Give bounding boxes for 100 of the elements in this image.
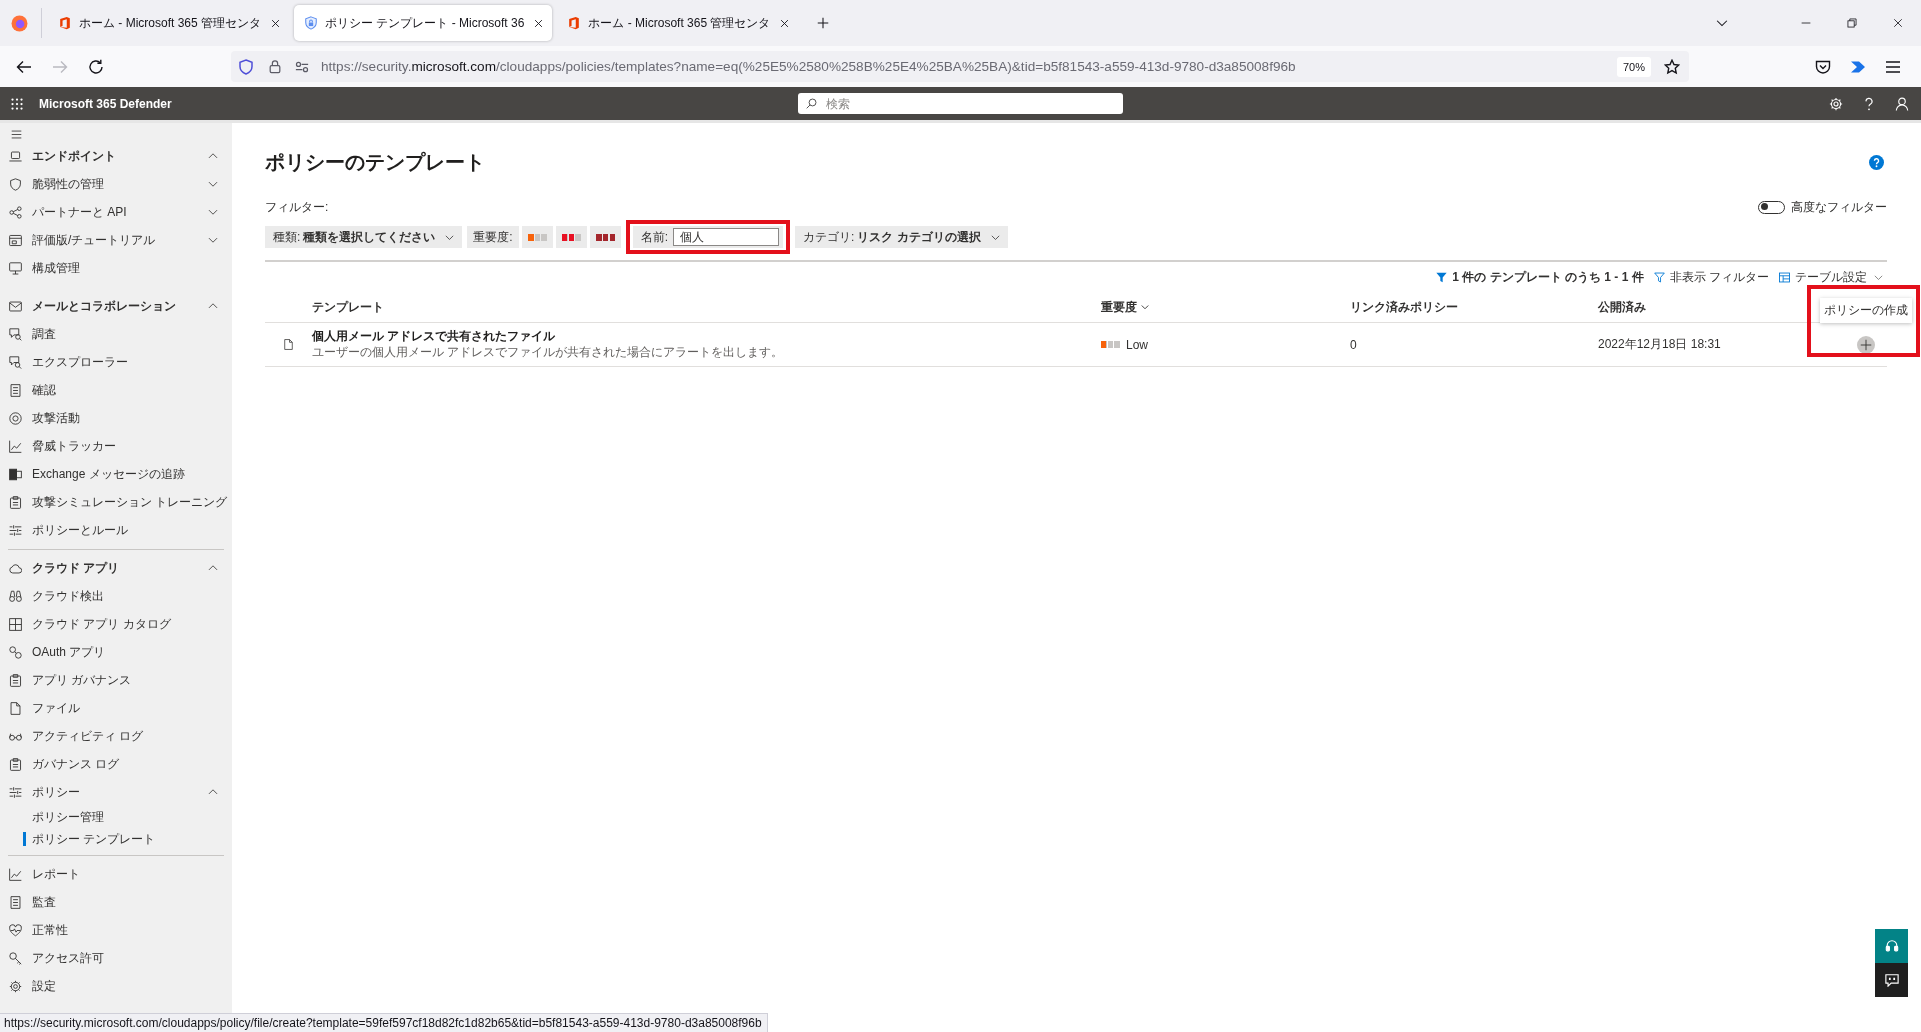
nav-item[interactable]: 設定 <box>0 972 232 1000</box>
window-icon <box>9 233 22 247</box>
nav-item[interactable]: Exchange メッセージの追跡 <box>0 460 232 488</box>
person-icon[interactable] <box>1895 96 1909 111</box>
nav-group-header[interactable]: エンドポイント <box>0 142 232 170</box>
menu-icon[interactable] <box>1885 58 1901 75</box>
shield-icon[interactable] <box>238 58 254 75</box>
document-icon <box>9 701 22 715</box>
new-tab-icon[interactable] <box>817 17 830 29</box>
zoom-button[interactable]: 70% <box>1616 56 1651 77</box>
status-url: https://security.microsoft.com/cloudapps/policy/file/create?template=59fef597cf18d82fc1d82b65&tid=b5f81543-a559-413d-9780-d3a85008f96b <box>0 1013 768 1032</box>
shield-lock-icon <box>304 16 319 30</box>
binoculars-icon <box>9 589 22 603</box>
nav-item[interactable]: ポリシー管理 <box>0 806 232 828</box>
chat-search-icon <box>9 355 22 369</box>
heart-icon <box>9 923 22 937</box>
browser-tab[interactable]: ホーム - Microsoft 365 管理センタ <box>557 5 799 41</box>
table-cell-text: 0 <box>1350 337 1358 352</box>
app-title[interactable]: Microsoft 365 Defender <box>39 96 172 111</box>
nav-item[interactable]: アクセス許可 <box>0 944 232 972</box>
nav-item[interactable]: ガバナンス ログ <box>0 750 232 778</box>
browser-tab[interactable]: ホーム - Microsoft 365 管理センタ <box>48 5 290 41</box>
settings-icon[interactable] <box>1829 96 1843 111</box>
logo-icon <box>58 16 72 30</box>
severity-filter-button[interactable] <box>521 226 553 248</box>
filter-dropdown[interactable]: 種類: 種類を選択してください <box>265 226 463 248</box>
search-icon <box>806 98 817 109</box>
nodes-icon <box>9 205 22 219</box>
help-icon[interactable] <box>1869 154 1884 170</box>
app-tile-icon <box>9 467 22 481</box>
document-icon <box>9 383 22 397</box>
nav-item[interactable]: エクスプローラー <box>0 348 232 376</box>
mail-icon <box>9 299 22 313</box>
help-icon[interactable] <box>1862 96 1876 111</box>
add-button[interactable] <box>1857 335 1875 354</box>
restore-icon[interactable] <box>1847 18 1857 28</box>
severity-filter-button[interactable] <box>555 226 587 248</box>
menu-icon[interactable] <box>10 129 23 140</box>
reload-icon[interactable] <box>88 58 104 75</box>
nav-item[interactable]: レポート <box>0 860 232 888</box>
chevron-down-icon[interactable] <box>1716 17 1728 29</box>
support-button[interactable] <box>1875 929 1908 963</box>
table-settings-button[interactable]: テーブル設定 <box>1779 268 1887 286</box>
nav-item[interactable]: クラウド検出 <box>0 582 232 610</box>
filter-dropdown[interactable]: カテゴリ: リスク カテゴリの選択 <box>795 226 1008 248</box>
toggle-switch[interactable] <box>1758 200 1785 214</box>
nav-item[interactable]: ファイル <box>0 694 232 722</box>
nav-item[interactable]: 監査 <box>0 888 232 916</box>
bookmark-star-icon[interactable] <box>1664 58 1680 75</box>
pocket-icon[interactable] <box>1815 58 1831 75</box>
column-header[interactable]: 重要度 <box>1101 298 1350 316</box>
feedback-button[interactable] <box>1875 963 1908 997</box>
nav-item[interactable]: アクティビティ ログ <box>0 722 232 750</box>
nav-item[interactable]: 評価版/チュートリアル <box>0 226 232 254</box>
nav-item[interactable]: 脆弱性の管理 <box>0 170 232 198</box>
nav-item[interactable]: OAuth アプリ <box>0 638 232 666</box>
close-icon[interactable] <box>271 18 281 28</box>
clipboard-icon <box>9 673 22 687</box>
chat-search-icon <box>9 327 22 341</box>
close-icon[interactable] <box>534 18 544 28</box>
close-icon[interactable] <box>780 18 790 28</box>
column-header[interactable]: リンク済みポリシー <box>1350 298 1598 316</box>
nav-item[interactable]: 攻撃活動 <box>0 404 232 432</box>
nav-item[interactable]: 正常性 <box>0 916 232 944</box>
nav-item[interactable]: 脅威トラッカー <box>0 432 232 460</box>
headset-icon <box>1884 939 1899 953</box>
close-icon[interactable] <box>1893 18 1903 28</box>
nav-item[interactable]: ポリシー テンプレート <box>0 828 232 850</box>
severity-filter-button[interactable] <box>589 226 621 248</box>
column-header[interactable]: テンプレート <box>312 298 1101 316</box>
nav-item[interactable]: 調査 <box>0 320 232 348</box>
table-icon <box>1779 271 1790 283</box>
hide-filters-button[interactable]: 非表示 フィルター <box>1653 268 1769 286</box>
settings-icon <box>9 979 22 993</box>
app-launcher-icon[interactable] <box>11 97 23 110</box>
nav-item[interactable]: ポリシー <box>0 778 232 806</box>
browser-tab[interactable]: ポリシー テンプレート - Microsoft 36 <box>294 5 553 41</box>
browser-logo-icon[interactable] <box>11 14 28 32</box>
lock-icon[interactable] <box>268 59 282 74</box>
nav-item[interactable]: 構成管理 <box>0 254 232 282</box>
name-label: 名前: <box>640 228 669 246</box>
nav-item[interactable]: ポリシーとルール <box>0 516 232 544</box>
search-field[interactable]: 検索 <box>798 93 1123 114</box>
nav-group-header[interactable]: メールとコラボレーション <box>0 292 232 320</box>
back-arrow-icon[interactable] <box>16 58 32 75</box>
nav-item[interactable]: クラウド アプリ カタログ <box>0 610 232 638</box>
nav-group-header[interactable]: クラウド アプリ <box>0 554 232 582</box>
toggles-icon[interactable] <box>294 59 310 74</box>
document-icon <box>283 338 294 351</box>
nav-item[interactable]: 確認 <box>0 376 232 404</box>
nav-item[interactable]: パートナーと API <box>0 198 232 226</box>
nav-item[interactable]: アプリ ガバナンス <box>0 666 232 694</box>
nav-item[interactable]: 攻撃シミュレーション トレーニング <box>0 488 232 516</box>
severity-text: Low <box>1126 337 1148 352</box>
shield-icon <box>9 177 22 191</box>
document-icon <box>9 895 22 909</box>
laptop-icon <box>9 149 22 163</box>
address-bar[interactable]: https://security.microsoft.com/cloudapps/policies/templates?name=eq(%25E5%2580%258B%25E4%25BA%25BA)&tid=b5f81543-a559-413d-9780-d3a85008f96b 70% <box>231 51 1689 82</box>
template-title[interactable]: 個人用メール アドレスで共有されたファイル <box>312 329 556 344</box>
name-input[interactable]: 個人 <box>673 228 780 246</box>
